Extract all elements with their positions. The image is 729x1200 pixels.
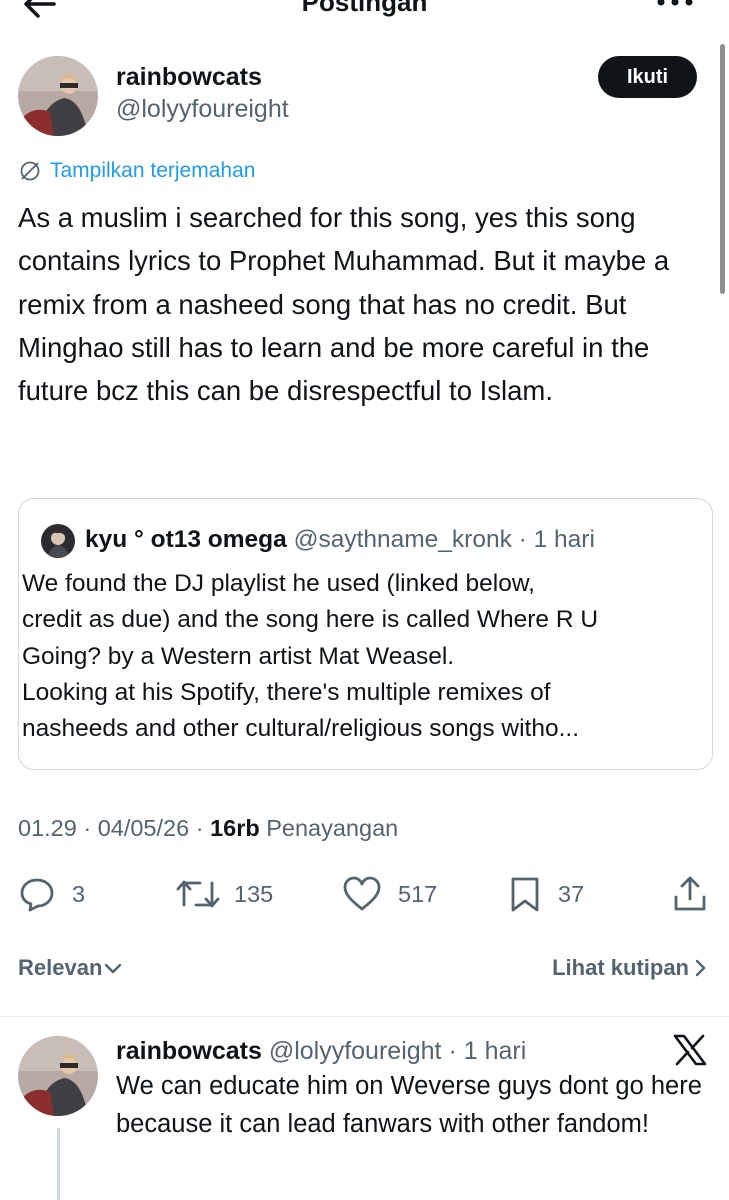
quoted-line: credit as due) and the song here is call… [22, 606, 599, 634]
reply-display-name: rainbowcats [116, 1037, 262, 1065]
quoted-avatar[interactable] [41, 524, 75, 558]
bookmark-count: 37 [558, 880, 585, 907]
like-count: 517 [398, 880, 438, 907]
bookmark-button[interactable]: 37 [508, 870, 584, 918]
quoted-post-body: We found the DJ playlist he used (linked… [22, 566, 702, 747]
chevron-right-icon [695, 959, 706, 977]
chevron-down-icon [105, 963, 122, 974]
divider [0, 1016, 729, 1017]
thread-line [57, 1128, 60, 1200]
post-meta: 01.29 · 04/05/26 · 16rb Penayangan [18, 815, 398, 842]
reply-author-line[interactable]: rainbowcats @lolyyfoureight · 1 hari [116, 1036, 526, 1066]
quoted-author-line[interactable]: kyu ° ot13 omega @saythname_kronk · 1 ha… [85, 525, 595, 555]
follow-button[interactable]: Ikuti [598, 56, 697, 98]
repost-button[interactable]: 135 [176, 870, 273, 918]
quoted-handle-time: @saythname_kronk · 1 hari [293, 526, 595, 553]
quoted-line: Going? by a Western artist Mat Weasel. [22, 642, 455, 670]
repost-count: 135 [234, 880, 274, 907]
relevance-label: Relevan [18, 955, 103, 980]
like-button[interactable]: 517 [342, 870, 437, 918]
reply-handle-time: @lolyyfoureight · 1 hari [261, 1037, 527, 1065]
relevance-dropdown[interactable]: Relevan [18, 955, 124, 981]
author-handle[interactable]: @lolyyfoureight [116, 92, 289, 126]
action-bar: 3 135 517 37 [0, 870, 729, 918]
post-body: As a muslim i searched for this song, ye… [18, 202, 670, 407]
avatar[interactable] [18, 56, 98, 136]
show-translation-link[interactable]: Tampilkan terjemahan [18, 159, 255, 183]
view-quotes-label: Lihat kutipan [552, 955, 689, 980]
scrollbar[interactable] [720, 44, 725, 294]
share-button[interactable] [672, 870, 708, 918]
reply-count: 3 [72, 880, 86, 907]
globe-icon [20, 161, 40, 181]
reply-avatar[interactable] [18, 1036, 98, 1116]
reply-body: We can educate him on Weverse guys dont … [116, 1072, 702, 1138]
post-timestamp[interactable]: 01.29 · 04/05/26 · [18, 815, 210, 841]
views-label: Penayangan [259, 815, 399, 841]
heart-icon [343, 876, 381, 911]
top-app-bar: Postingan [0, 0, 729, 22]
views-count: 16rb [210, 815, 260, 841]
page-title: Postingan [301, 0, 428, 17]
x-logo-icon[interactable] [673, 1034, 707, 1066]
share-icon [674, 876, 706, 911]
replies-sort-row: Relevan Lihat kutipan [18, 955, 711, 985]
reply-button[interactable]: 3 [18, 870, 85, 918]
quoted-display-name: kyu ° ot13 omega [85, 526, 287, 553]
show-translation-label[interactable]: Tampilkan terjemahan [50, 159, 255, 183]
more-icon[interactable] [655, 0, 695, 14]
quoted-line: We found the DJ playlist he used (linked… [22, 570, 535, 597]
quoted-line: nasheeds and other cultural/religious so… [22, 715, 580, 743]
quoted-line: Looking at his Spotify, there's multiple… [22, 678, 551, 706]
post-author[interactable]: rainbowcats @lolyyfoureight [116, 62, 289, 126]
author-display-name[interactable]: rainbowcats [116, 62, 289, 92]
reply-icon [20, 878, 54, 912]
bookmark-icon [511, 877, 539, 912]
repost-icon [176, 880, 220, 908]
view-quotes-link[interactable]: Lihat kutipan [552, 955, 711, 981]
